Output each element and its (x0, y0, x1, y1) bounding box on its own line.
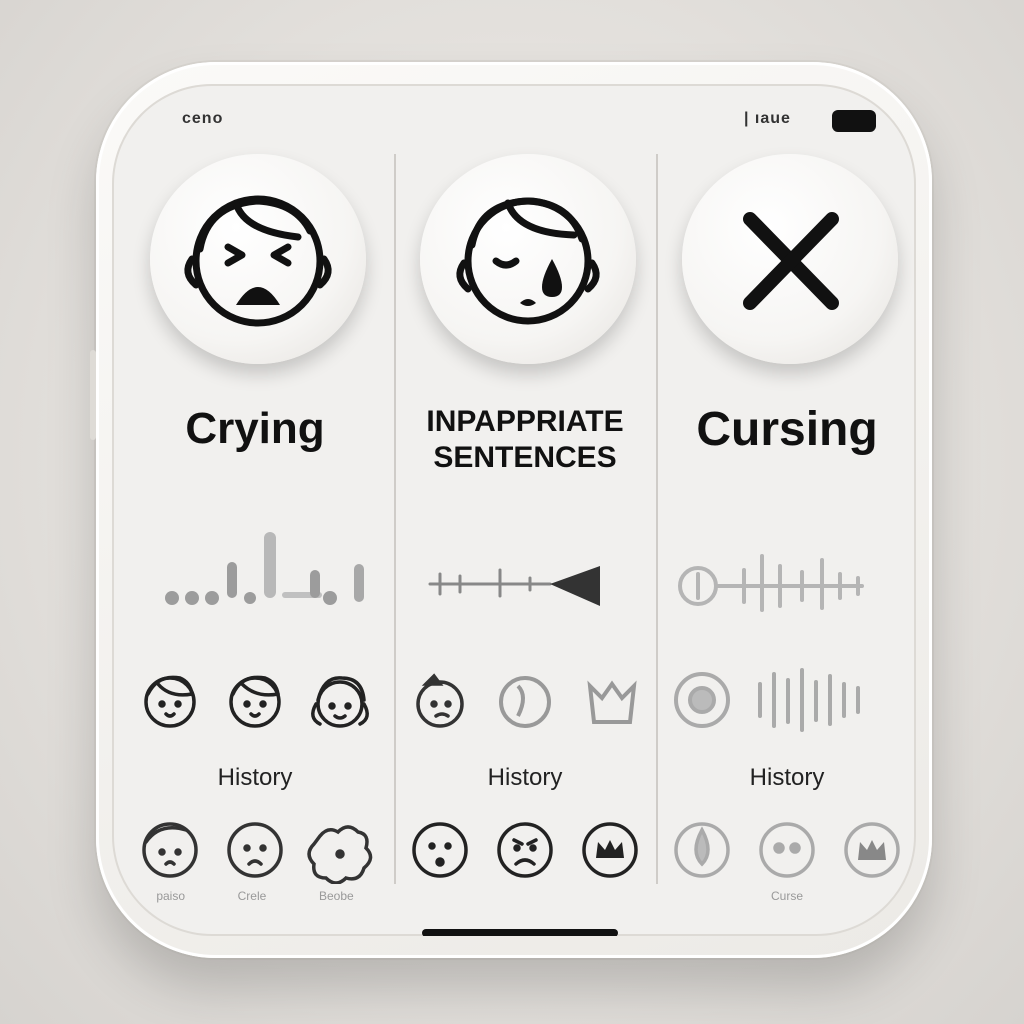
kids-faces (144, 675, 369, 728)
history-icons (674, 822, 900, 878)
column-divider (394, 154, 396, 884)
home-indicator[interactable] (422, 929, 618, 936)
cursing-button[interactable] (682, 154, 898, 364)
title-line: INPAPPRIATE (426, 405, 624, 438)
tiny-label: paiso (156, 889, 185, 903)
inappropriate-button[interactable] (420, 154, 636, 364)
crying-face-icon (184, 195, 332, 327)
phone-body: ceno | ıaue Crying History paiso Crele B… (96, 62, 932, 958)
waveform (165, 532, 364, 605)
history-icons (142, 822, 373, 884)
column-crying[interactable]: Crying History paiso Crele Beobe (130, 134, 380, 934)
battery-icon (832, 110, 876, 132)
column-cursing[interactable]: Cursing History Curse (662, 134, 912, 934)
tiny-label: Curse (770, 889, 803, 903)
column-divider (656, 154, 658, 884)
crying-button[interactable] (150, 154, 366, 364)
history-icons (412, 822, 638, 878)
history-label[interactable]: History (400, 764, 650, 792)
x-mark-icon (743, 212, 839, 310)
column-inappropriate[interactable]: INPAPPRIATE SENTENCES History (400, 134, 650, 934)
waveform (678, 554, 864, 612)
column-title: INPAPPRIATE SENTENCES (400, 404, 650, 476)
tiny-labels: Curse (662, 889, 912, 903)
tiny-label: Beobe (318, 889, 354, 903)
audio-indicators (674, 668, 860, 732)
history-label[interactable]: History (662, 764, 912, 792)
history-label[interactable]: History (130, 764, 380, 792)
column-title: Crying (185, 404, 325, 453)
waveform (428, 566, 600, 606)
tear-face-icon (456, 197, 600, 325)
status-text-left: ceno (182, 110, 224, 127)
tiny-label: Crele (237, 889, 267, 903)
title-line: SENTENCES (433, 441, 617, 474)
tiny-labels: paiso Crele Beobe (130, 889, 380, 903)
column-title: Cursing (696, 403, 878, 456)
status-text-right: | ıaue (744, 110, 791, 127)
screen: ceno | ıaue Crying History paiso Crele B… (112, 84, 916, 936)
kids-faces (416, 673, 637, 728)
